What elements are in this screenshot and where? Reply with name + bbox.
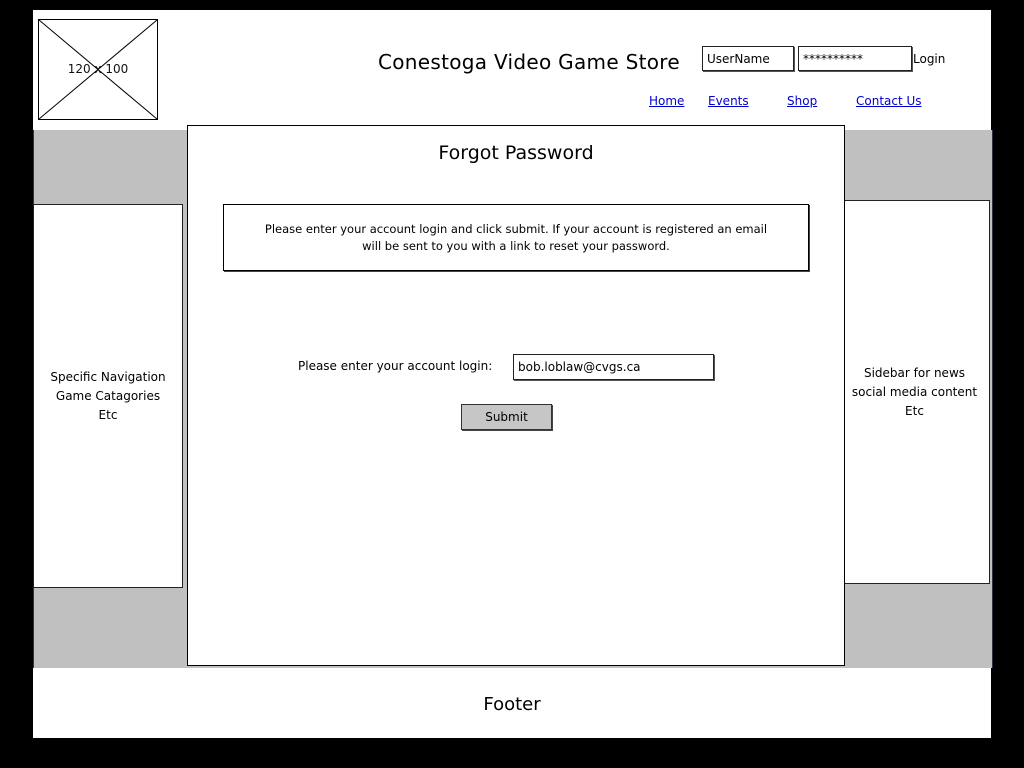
password-input[interactable] xyxy=(798,46,912,71)
submit-button[interactable]: Submit xyxy=(461,404,552,430)
instructions-text: Please enter your account login and clic… xyxy=(264,221,768,253)
left-sidebar: Specific Navigation Game Catagories Etc xyxy=(33,204,183,588)
account-login-label: Please enter your account login: xyxy=(298,359,493,373)
right-sidebar-line: social media content xyxy=(851,384,978,399)
page: 120 x 100 Conestoga Video Game Store Log… xyxy=(33,10,993,738)
logo-placeholder: 120 x 100 xyxy=(38,19,158,120)
left-sidebar-line: Specific Navigation xyxy=(50,369,166,384)
nav-home[interactable]: Home xyxy=(649,94,684,108)
right-sidebar-line: Etc xyxy=(905,403,924,418)
nav-events[interactable]: Events xyxy=(708,94,749,108)
right-sidebar: Sidebar for news social media content Et… xyxy=(839,200,990,584)
page-title: Forgot Password xyxy=(438,142,594,164)
nav-shop[interactable]: Shop xyxy=(787,94,817,108)
login-link[interactable]: Login xyxy=(913,52,945,66)
account-login-input[interactable] xyxy=(513,354,714,380)
footer: Footer xyxy=(483,694,541,715)
nav-contact-us[interactable]: Contact Us xyxy=(856,94,922,108)
main-content: Forgot Password Please enter your accoun… xyxy=(187,125,845,666)
instructions-box: Please enter your account login and clic… xyxy=(223,204,809,271)
left-sidebar-line: Game Catagories xyxy=(55,388,161,403)
left-sidebar-line: Etc xyxy=(98,407,118,422)
site-title: Conestoga Video Game Store xyxy=(378,50,680,74)
logo-placeholder-label: 120 x 100 xyxy=(67,62,129,76)
right-sidebar-line: Sidebar for news xyxy=(863,365,966,380)
username-input[interactable] xyxy=(702,46,794,71)
